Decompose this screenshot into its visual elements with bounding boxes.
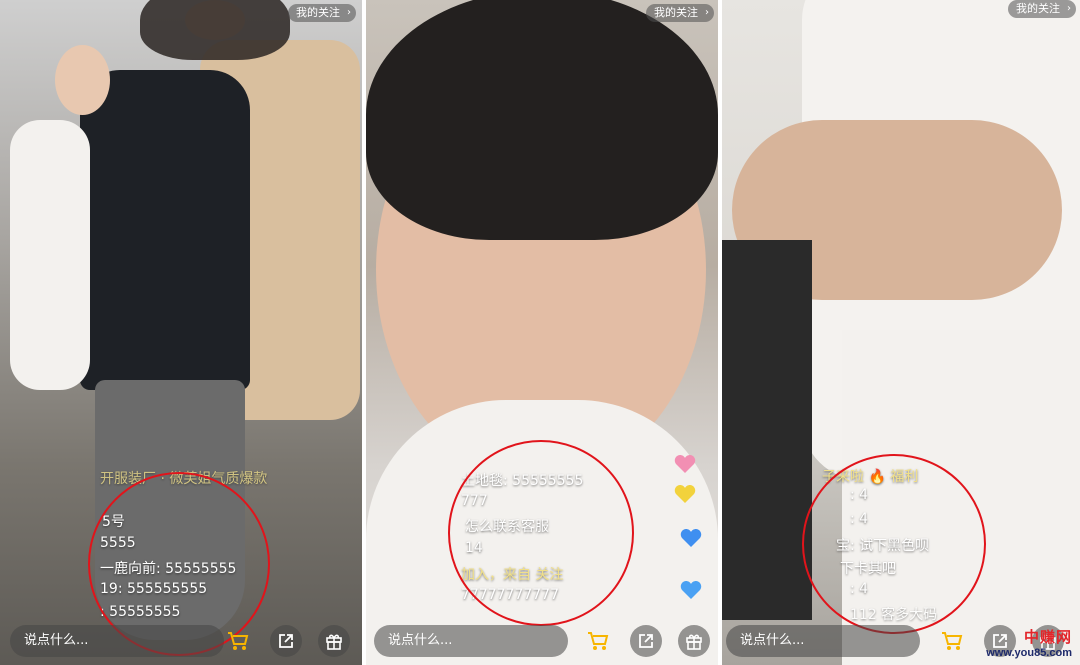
heart-icon <box>680 529 702 547</box>
bottom-bar: 说点什么... <box>366 617 718 665</box>
comment-input[interactable]: 说点什么... <box>726 625 920 657</box>
highlight-circle <box>448 440 634 626</box>
gift-button[interactable] <box>318 625 350 657</box>
chevron-right-icon: › <box>705 7 709 18</box>
heart-icon <box>674 485 696 503</box>
bystander-face <box>55 45 110 115</box>
highlight-circle <box>802 454 986 634</box>
share-icon <box>279 634 293 648</box>
bottom-bar: 说点什么... <box>0 617 362 665</box>
gift-icon <box>686 634 702 650</box>
cart-button[interactable] <box>936 625 968 657</box>
live-panel-3: 我的关注 › 子来啦 🔥 福利 : 4 : 4 宝: 试下黑色呗 下卡其吧 : 4… <box>722 0 1080 665</box>
share-button[interactable] <box>630 625 662 657</box>
live-panel-1: 我的关注 › 开服装厂 · 微芙姐气质爆款 5号 5555 一鹿向前: 55555… <box>0 0 362 665</box>
chevron-right-icon: › <box>347 7 351 18</box>
site-watermark: 中赚网 www.you85.com <box>986 626 1072 659</box>
person-hair <box>140 0 290 60</box>
black-coat <box>80 70 250 390</box>
heart-icon <box>680 581 702 599</box>
cart-button[interactable] <box>222 625 254 657</box>
watermark-url: www.you85.com <box>986 647 1072 659</box>
share-button[interactable] <box>270 625 302 657</box>
comment-input[interactable]: 说点什么... <box>374 625 568 657</box>
shopping-cart-icon <box>942 632 963 650</box>
heart-icon <box>674 455 696 473</box>
my-follow-button[interactable]: 我的关注 › <box>1008 0 1076 18</box>
gift-button[interactable] <box>678 625 710 657</box>
shopping-cart-icon <box>588 632 609 650</box>
gift-icon <box>326 634 342 650</box>
person-hair <box>366 0 718 240</box>
live-panel-2: 我的关注 › 土地毯: 55555555 777 怎么联系客服 14 加入，来自 … <box>366 0 718 665</box>
watermark-title: 中赚网 <box>1023 629 1072 646</box>
my-follow-button[interactable]: 我的关注 › <box>288 4 356 22</box>
share-icon <box>639 634 653 648</box>
white-coat <box>10 120 90 390</box>
comment-input[interactable]: 说点什么... <box>10 625 224 657</box>
my-follow-button[interactable]: 我的关注 › <box>646 4 714 22</box>
cart-button[interactable] <box>582 625 614 657</box>
dark-clothing <box>722 240 812 620</box>
chevron-right-icon: › <box>1067 3 1071 14</box>
shopping-cart-icon <box>228 632 249 650</box>
